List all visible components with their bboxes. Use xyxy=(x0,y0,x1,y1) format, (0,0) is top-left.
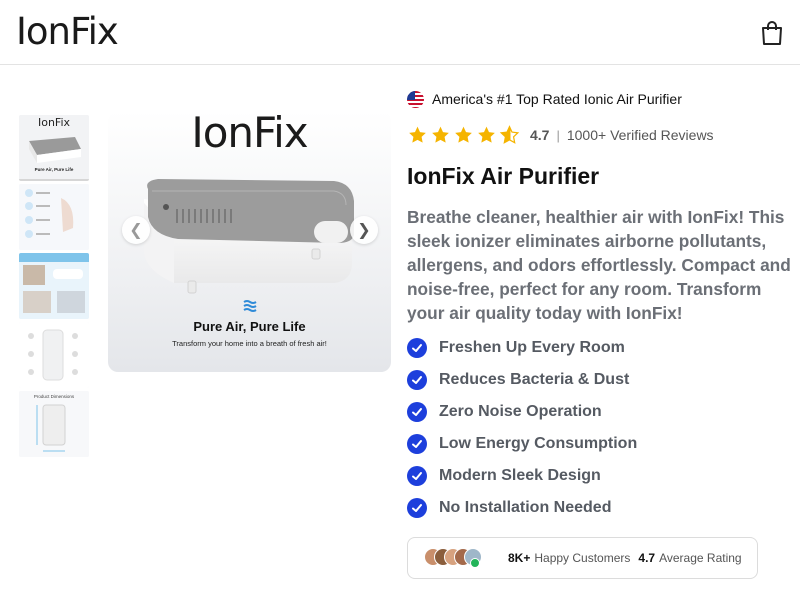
star-icon xyxy=(409,126,426,143)
feature-label: Zero Noise Operation xyxy=(439,403,602,420)
product-description: Breathe cleaner, healthier air with IonF… xyxy=(407,207,791,323)
average-rating-value: 4.7 xyxy=(638,551,656,565)
feature-label: Freshen Up Every Room xyxy=(439,339,625,356)
social-proof-box: 8K+ Happy Customers 4.7 Average Rating xyxy=(407,537,758,579)
main-product-image: IonFix ❮ ❯ Pure Air, Pure Life Transform… xyxy=(108,111,391,372)
thumbnail-list: IonFix Pure Air, Pure Life Product Dimen… xyxy=(19,115,89,460)
shopping-bag-icon[interactable] xyxy=(760,20,784,46)
product-image-tagline: Pure Air, Pure Life xyxy=(193,319,306,334)
feature-item: Freshen Up Every Room xyxy=(407,337,637,359)
site-logo[interactable]: IonFix xyxy=(16,12,119,52)
feature-label: Reduces Bacteria & Dust xyxy=(439,371,630,388)
review-count-link[interactable]: 1000+ Verified Reviews xyxy=(567,127,714,143)
star-icon xyxy=(432,126,449,143)
checkmark-icon xyxy=(407,402,427,422)
thumbnail-5[interactable]: Product Dimensions xyxy=(19,391,89,457)
thumbnail-3[interactable] xyxy=(19,253,89,319)
customer-avatars xyxy=(424,548,484,568)
star-rating xyxy=(407,125,522,145)
customer-count-label: Happy Customers xyxy=(534,551,631,565)
rating-row: 4.7 | 1000+ Verified Reviews xyxy=(407,123,714,147)
checkmark-icon xyxy=(407,338,427,358)
feature-item: Low Energy Consumption xyxy=(407,433,637,455)
feature-item: Modern Sleek Design xyxy=(407,465,637,487)
feature-label: Low Energy Consumption xyxy=(439,435,638,452)
gallery-prev-button[interactable]: ❮ xyxy=(122,216,150,244)
thumbnail-1[interactable]: IonFix Pure Air, Pure Life xyxy=(19,115,89,181)
verified-check-icon xyxy=(470,558,480,568)
star-icon xyxy=(455,126,472,143)
checkmark-icon xyxy=(407,370,427,390)
star-half-icon xyxy=(499,125,520,144)
thumb-logo-text: IonFix xyxy=(38,116,71,129)
feature-item: Reduces Bacteria & Dust xyxy=(407,369,637,391)
feature-label: No Installation Needed xyxy=(439,499,612,516)
rating-separator: | xyxy=(556,127,560,143)
product-image-subtagline: Transform your home into a breath of fre… xyxy=(172,339,327,348)
product-title: IonFix Air Purifier xyxy=(407,163,600,189)
chevron-left-icon: ❮ xyxy=(129,222,143,239)
us-flag-icon xyxy=(407,90,424,108)
feature-item: No Installation Needed xyxy=(407,497,637,519)
star-icon xyxy=(478,126,495,143)
top-rated-text: America's #1 Top Rated Ionic Air Purifie… xyxy=(432,91,682,107)
checkmark-icon xyxy=(407,498,427,518)
chevron-right-icon: ❯ xyxy=(357,222,371,239)
average-rating-label: Average Rating xyxy=(659,551,742,565)
gallery-next-button[interactable]: ❯ xyxy=(350,216,378,244)
site-header: IonFix xyxy=(0,0,800,65)
thumbnail-2[interactable] xyxy=(19,184,89,250)
feature-item: Zero Noise Operation xyxy=(407,401,637,423)
thumbnail-4[interactable] xyxy=(19,322,89,388)
air-wave-icon xyxy=(243,300,257,312)
checkmark-icon xyxy=(407,466,427,486)
feature-list: Freshen Up Every Room Reduces Bacteria &… xyxy=(407,337,637,529)
svg-text:Pure Air, Pure Life: Pure Air, Pure Life xyxy=(35,167,74,172)
top-rated-badge: America's #1 Top Rated Ionic Air Purifie… xyxy=(407,89,682,109)
svg-text:Product Dimensions: Product Dimensions xyxy=(34,394,75,399)
feature-label: Modern Sleek Design xyxy=(439,467,601,484)
checkmark-icon xyxy=(407,434,427,454)
customer-count: 8K+ xyxy=(508,551,531,565)
rating-value: 4.7 xyxy=(530,127,550,143)
